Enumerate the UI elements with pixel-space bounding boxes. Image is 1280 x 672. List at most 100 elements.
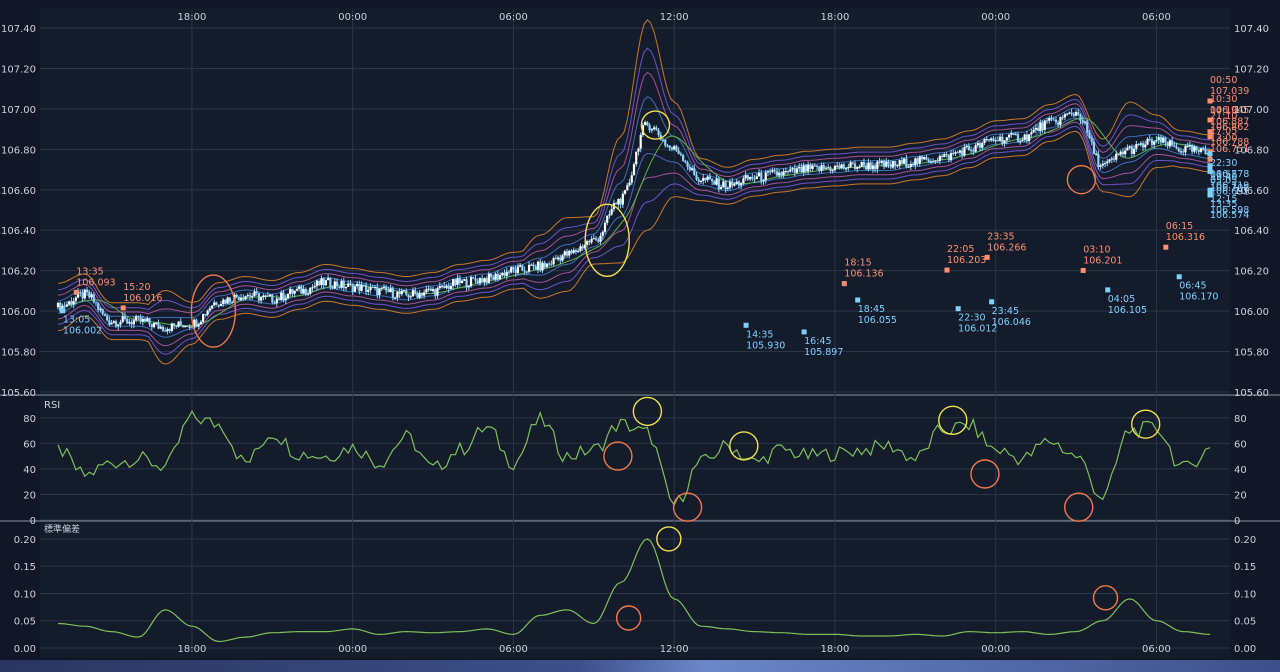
candle-body [1175,146,1178,149]
candle-body [510,267,513,273]
candle-body [1157,136,1160,141]
candle-body [606,215,609,223]
candle-body [217,304,220,306]
scrollbar[interactable] [0,660,1280,672]
bottom-time-tick: 00:00 [338,644,367,655]
candle-body [284,298,287,301]
candle-body [161,326,165,331]
candle-body [1036,127,1040,132]
candle-body [311,287,314,289]
candle-body [318,280,321,285]
candle-body [762,180,765,182]
candle-body [961,150,964,156]
candle-body [434,289,437,296]
candle-body [1088,132,1091,138]
candle-body [556,257,560,260]
candle-body [83,289,86,299]
candle-body [429,288,432,291]
candle-body [1124,150,1127,155]
candle-body [543,262,546,268]
candle-body [918,156,921,164]
candle-body [246,295,249,297]
rsi-tick-right: 40 [1234,465,1247,476]
candle-body [831,170,834,172]
price-tick-left: 105.80 [1,348,36,359]
candle-body [536,261,540,270]
candle-body [827,167,830,169]
candle-body [871,165,874,170]
candle-body [505,271,508,276]
candle-body [360,284,363,292]
candle-body [1095,153,1098,155]
candle-body [1097,153,1100,167]
candle-body [197,324,200,327]
candle-body [1184,146,1187,153]
candle-body [92,294,95,303]
candle-body [423,292,426,296]
candle-body [391,288,394,298]
candle-body [496,273,499,280]
candle-body [126,318,129,324]
candle-body [833,165,837,171]
low-marker [743,322,749,328]
candle-body [108,320,111,325]
candle-body [135,316,138,321]
candle-body [137,316,140,318]
candle-body [483,278,486,283]
candle-body [731,181,734,186]
candle-body [498,275,502,280]
candle-body [657,129,660,136]
candle-body [757,172,761,177]
candle-body [744,175,747,179]
candle-body [228,297,232,302]
candle-body [970,150,973,152]
candle-body [929,161,933,163]
candle-body [1081,120,1084,123]
candle-body [186,325,189,327]
annotation-time: 18:45 [858,304,885,315]
annotation-time: 06:15 [1166,221,1193,232]
candle-body [1164,137,1167,143]
candle-body [331,287,334,289]
candle-body [824,167,828,169]
candle-body [688,166,691,170]
candle-body [1150,139,1154,145]
candle-body [1186,146,1189,148]
candle-body [1153,141,1156,145]
candle-body [199,321,202,325]
candle-body [130,322,133,325]
candle-body [711,178,714,182]
candle-body [1099,165,1102,167]
candle-body [277,298,281,301]
candle-body [465,279,468,288]
candle-body [717,178,720,189]
candle-body [996,140,1000,142]
candle-body [617,199,620,205]
candle-body [1117,153,1120,155]
candle-body [635,151,638,165]
candle-body [1007,134,1011,138]
std-tick-right: 0.05 [1234,617,1256,628]
bottom-time-tick: 12:00 [660,644,689,655]
high-marker [944,267,950,273]
candle-body [394,297,397,299]
candle-body [639,135,642,149]
candle-body [666,145,669,147]
candle-body [804,165,808,172]
candle-body [367,289,370,292]
candle-body [1079,114,1082,121]
candle-body [813,165,816,167]
candle-body [340,280,343,288]
candle-body [315,280,319,287]
candle-body [1019,141,1022,143]
candle-body [1052,119,1055,121]
bottom-time-tick: 18:00 [821,644,850,655]
candle-body [885,161,888,167]
candle-body [586,241,589,245]
candle-body [985,139,988,141]
candle-body [684,160,687,163]
rsi-tick-right: 20 [1234,490,1247,501]
candle-body [887,161,890,165]
candle-body [775,171,778,176]
candle-body [862,162,866,166]
